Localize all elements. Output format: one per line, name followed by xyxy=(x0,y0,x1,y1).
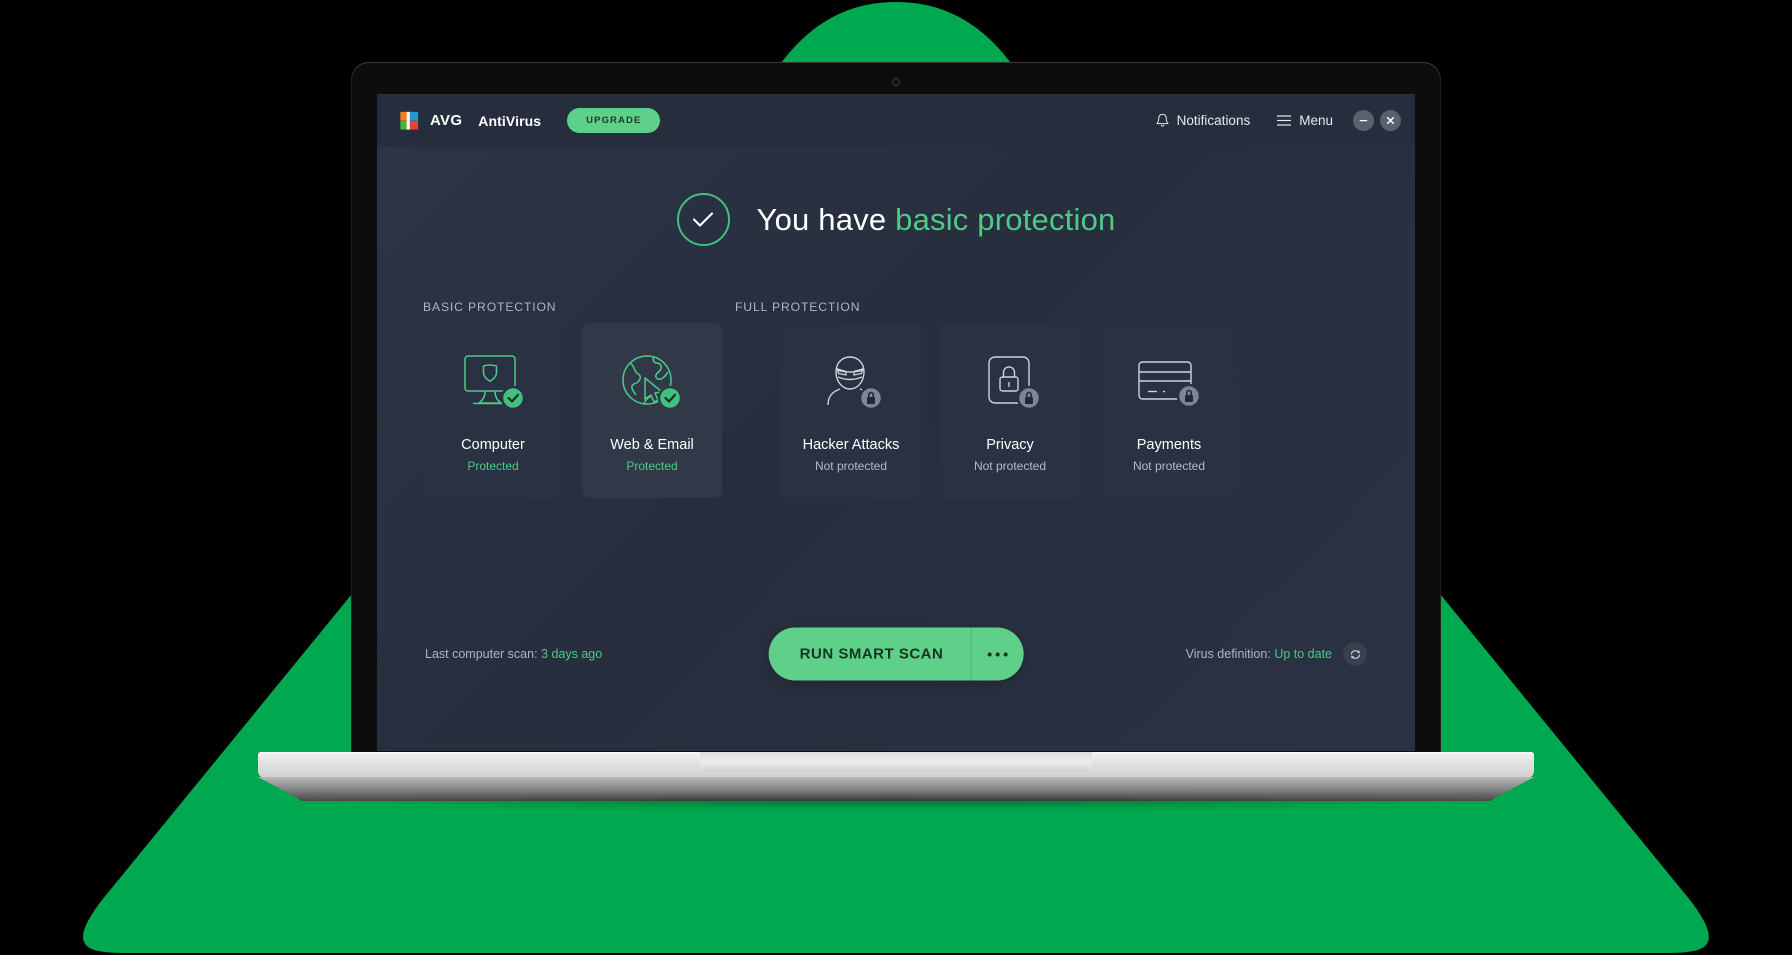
window-header: AVG AntiVirus UPGRADE Notifications Menu xyxy=(377,94,1415,147)
hamburger-icon xyxy=(1277,115,1292,126)
laptop-screen: AVG AntiVirus UPGRADE Notifications Menu… xyxy=(377,94,1415,751)
refresh-definitions-button[interactable] xyxy=(1343,642,1367,666)
card-web-email[interactable]: Web & Email Protected xyxy=(582,323,722,498)
virus-definition-info: Virus definition: Up to date xyxy=(1186,642,1367,666)
card-status: Not protected xyxy=(1132,459,1206,473)
menu-button[interactable]: Menu xyxy=(1263,113,1346,128)
notifications-label: Notifications xyxy=(1176,113,1251,128)
protection-status-banner: You have basic protection xyxy=(377,193,1415,246)
check-badge-icon xyxy=(657,385,683,411)
upgrade-button[interactable]: UPGRADE xyxy=(567,108,661,133)
hero-text-accent: basic protection xyxy=(895,201,1116,237)
product-name: AntiVirus xyxy=(478,112,542,129)
brand-name: AVG xyxy=(430,112,463,129)
check-glyph-icon xyxy=(692,212,714,227)
card-payments[interactable]: Payments Not protected xyxy=(1099,323,1239,498)
card-status: Protected xyxy=(467,459,519,473)
last-scan-value: 3 days ago xyxy=(541,647,603,661)
section-labels: BASIC PROTECTION FULL PROTECTION xyxy=(377,300,1415,314)
window-footer: Last computer scan: 3 days ago RUN SMART… xyxy=(377,627,1415,681)
scan-options-button[interactable] xyxy=(970,627,1023,681)
check-badge-icon xyxy=(500,385,526,411)
padlock-square-icon xyxy=(972,352,1048,414)
checkmark-circle-icon xyxy=(676,193,730,246)
avg-logo-icon xyxy=(400,111,419,130)
card-computer[interactable]: Computer Protected xyxy=(423,323,563,498)
card-status: Protected xyxy=(626,459,678,473)
full-protection-label: FULL PROTECTION xyxy=(735,300,861,314)
avg-antivirus-window: AVG AntiVirus UPGRADE Notifications Menu… xyxy=(377,94,1415,751)
close-icon xyxy=(1386,116,1395,125)
smart-scan-control: RUN SMART SCAN xyxy=(768,627,1024,681)
basic-protection-label: BASIC PROTECTION xyxy=(423,300,557,314)
ellipsis-icon xyxy=(987,652,992,656)
virus-definition-value: Up to date xyxy=(1274,647,1332,661)
virus-definition-text: Virus definition: Up to date xyxy=(1186,647,1332,661)
header-controls: Notifications Menu xyxy=(1142,110,1401,131)
ellipsis-icon xyxy=(995,652,1000,656)
card-status: Not protected xyxy=(814,459,888,473)
card-title: Computer xyxy=(461,437,525,453)
card-status: Not protected xyxy=(973,459,1047,473)
protection-cards: Computer Protected Web & Email Protected… xyxy=(377,323,1415,498)
credit-card-icon xyxy=(1131,352,1207,414)
brand-area: AVG AntiVirus xyxy=(399,110,541,132)
menu-label: Menu xyxy=(1299,113,1333,128)
card-title: Privacy xyxy=(986,437,1034,453)
card-title: Web & Email xyxy=(610,437,694,453)
refresh-icon xyxy=(1350,649,1360,659)
last-scan-label: Last computer scan: xyxy=(425,647,538,661)
close-button[interactable] xyxy=(1380,110,1401,131)
monitor-shield-icon xyxy=(455,352,531,414)
page-title: You have basic protection xyxy=(757,202,1116,238)
laptop-base-shadow xyxy=(280,795,1512,809)
ellipsis-icon xyxy=(1003,652,1008,656)
webcam-icon xyxy=(892,78,900,86)
laptop-base-notch xyxy=(700,752,1092,772)
minimize-button[interactable] xyxy=(1353,110,1374,131)
card-title: Hacker Attacks xyxy=(802,437,900,453)
card-title: Payments xyxy=(1136,437,1202,453)
card-hacker-attacks[interactable]: Hacker Attacks Not protected xyxy=(781,323,921,498)
card-privacy[interactable]: Privacy Not protected xyxy=(940,323,1080,498)
virus-definition-label: Virus definition: xyxy=(1185,647,1271,661)
last-scan-info: Last computer scan: 3 days ago xyxy=(425,647,602,661)
run-smart-scan-button[interactable]: RUN SMART SCAN xyxy=(769,628,971,681)
laptop-mockup: AVG AntiVirus UPGRADE Notifications Menu… xyxy=(0,0,1792,955)
hero-text-plain: You have xyxy=(756,201,887,237)
bell-icon xyxy=(1156,113,1169,127)
globe-cursor-icon xyxy=(614,352,690,414)
masked-hacker-icon xyxy=(813,352,889,414)
minimize-icon xyxy=(1359,119,1368,122)
notifications-button[interactable]: Notifications xyxy=(1142,113,1264,129)
